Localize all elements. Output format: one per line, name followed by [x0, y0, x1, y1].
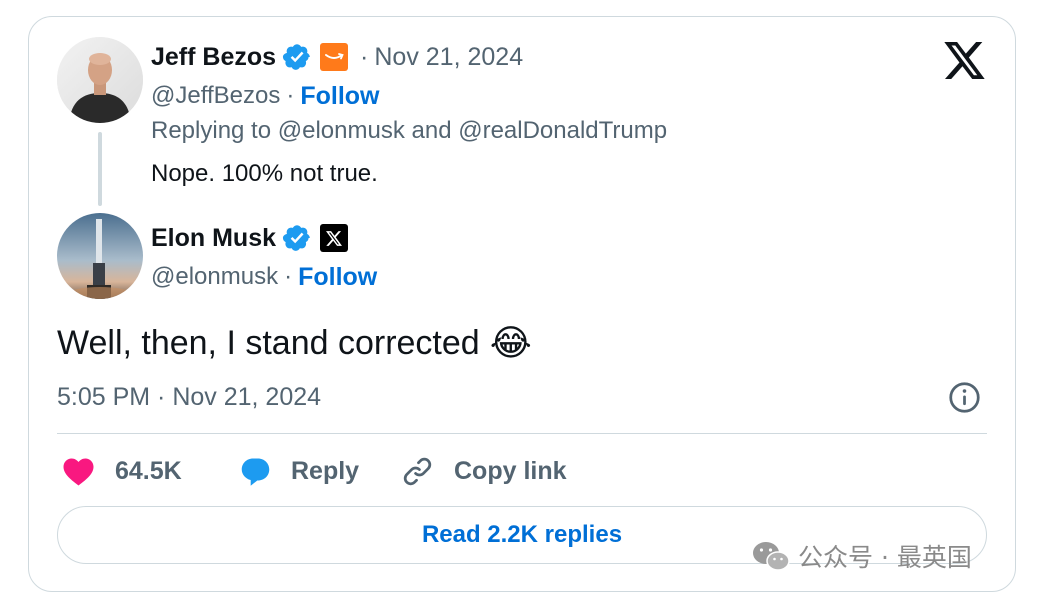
avatar-image [57, 213, 143, 299]
reply-button[interactable]: Reply [239, 452, 359, 490]
replying-and: and [411, 117, 452, 144]
thread-line [98, 132, 102, 206]
follow-button[interactable]: Follow [300, 82, 379, 111]
like-count: 64.5K [115, 456, 182, 485]
x-logo-icon[interactable] [944, 42, 985, 79]
like-button[interactable]: 64.5K [62, 452, 182, 490]
copy-link-button[interactable]: Copy link [401, 452, 567, 490]
avatar-image [57, 37, 143, 123]
divider [57, 433, 987, 434]
watermark-text: 公众号 · 最英国 [798, 543, 972, 572]
separator: · [360, 42, 369, 71]
replying-user-link[interactable]: @realDonaldTrump [458, 117, 667, 144]
author-name[interactable]: Elon Musk [151, 224, 276, 253]
verified-badge-icon [282, 44, 310, 70]
replying-to: Replying to @elonmusk and @realDonaldTru… [151, 117, 667, 145]
main-tweet-header: Elon Musk [151, 221, 349, 255]
read-replies-label: Read 2.2K replies [421, 521, 623, 548]
separator: · [286, 82, 295, 109]
verified-badge-icon [282, 225, 310, 251]
quoted-tweet-header: Jeff Bezos · Nov 21, 2024 [151, 40, 523, 74]
heart-icon [63, 458, 94, 486]
tears-of-joy-emoji: 😂 [489, 322, 532, 363]
quoted-handle-row: @JeffBezos · Follow [151, 80, 379, 112]
wechat-watermark: 公众号 · 最英国 [752, 538, 972, 574]
avatar-jeff-bezos[interactable] [57, 37, 143, 123]
main-handle-row: @elonmusk · Follow [151, 261, 377, 293]
reply-bubble-icon [241, 457, 270, 486]
reply-label: Reply [291, 456, 360, 485]
author-name[interactable]: Jeff Bezos [151, 43, 276, 72]
avatar-elon-musk[interactable] [57, 213, 143, 299]
replying-prefix: Replying to [151, 117, 272, 144]
tweet-text: Well, then, I stand corrected [57, 323, 480, 362]
replying-user-link[interactable]: @elonmusk [278, 117, 405, 144]
wechat-icon [753, 542, 790, 571]
tweet-timestamp[interactable]: 5:05 PM · Nov 21, 2024 [57, 383, 321, 412]
x-logo-icon [320, 224, 349, 252]
tweet-date[interactable]: Nov 21, 2024 [374, 43, 523, 72]
author-handle[interactable]: @JeffBezos [151, 82, 280, 110]
copy-link-label: Copy link [454, 456, 567, 485]
quoted-tweet-text: Nope. 100% not true. [151, 160, 378, 187]
amazon-logo-icon [320, 43, 349, 71]
follow-button[interactable]: Follow [298, 263, 377, 292]
author-handle[interactable]: @elonmusk [151, 263, 278, 291]
info-icon[interactable] [948, 381, 981, 414]
link-icon [403, 457, 432, 485]
separator: · [284, 263, 293, 290]
main-tweet-text: Well, then, I stand corrected 😂 [57, 322, 532, 364]
